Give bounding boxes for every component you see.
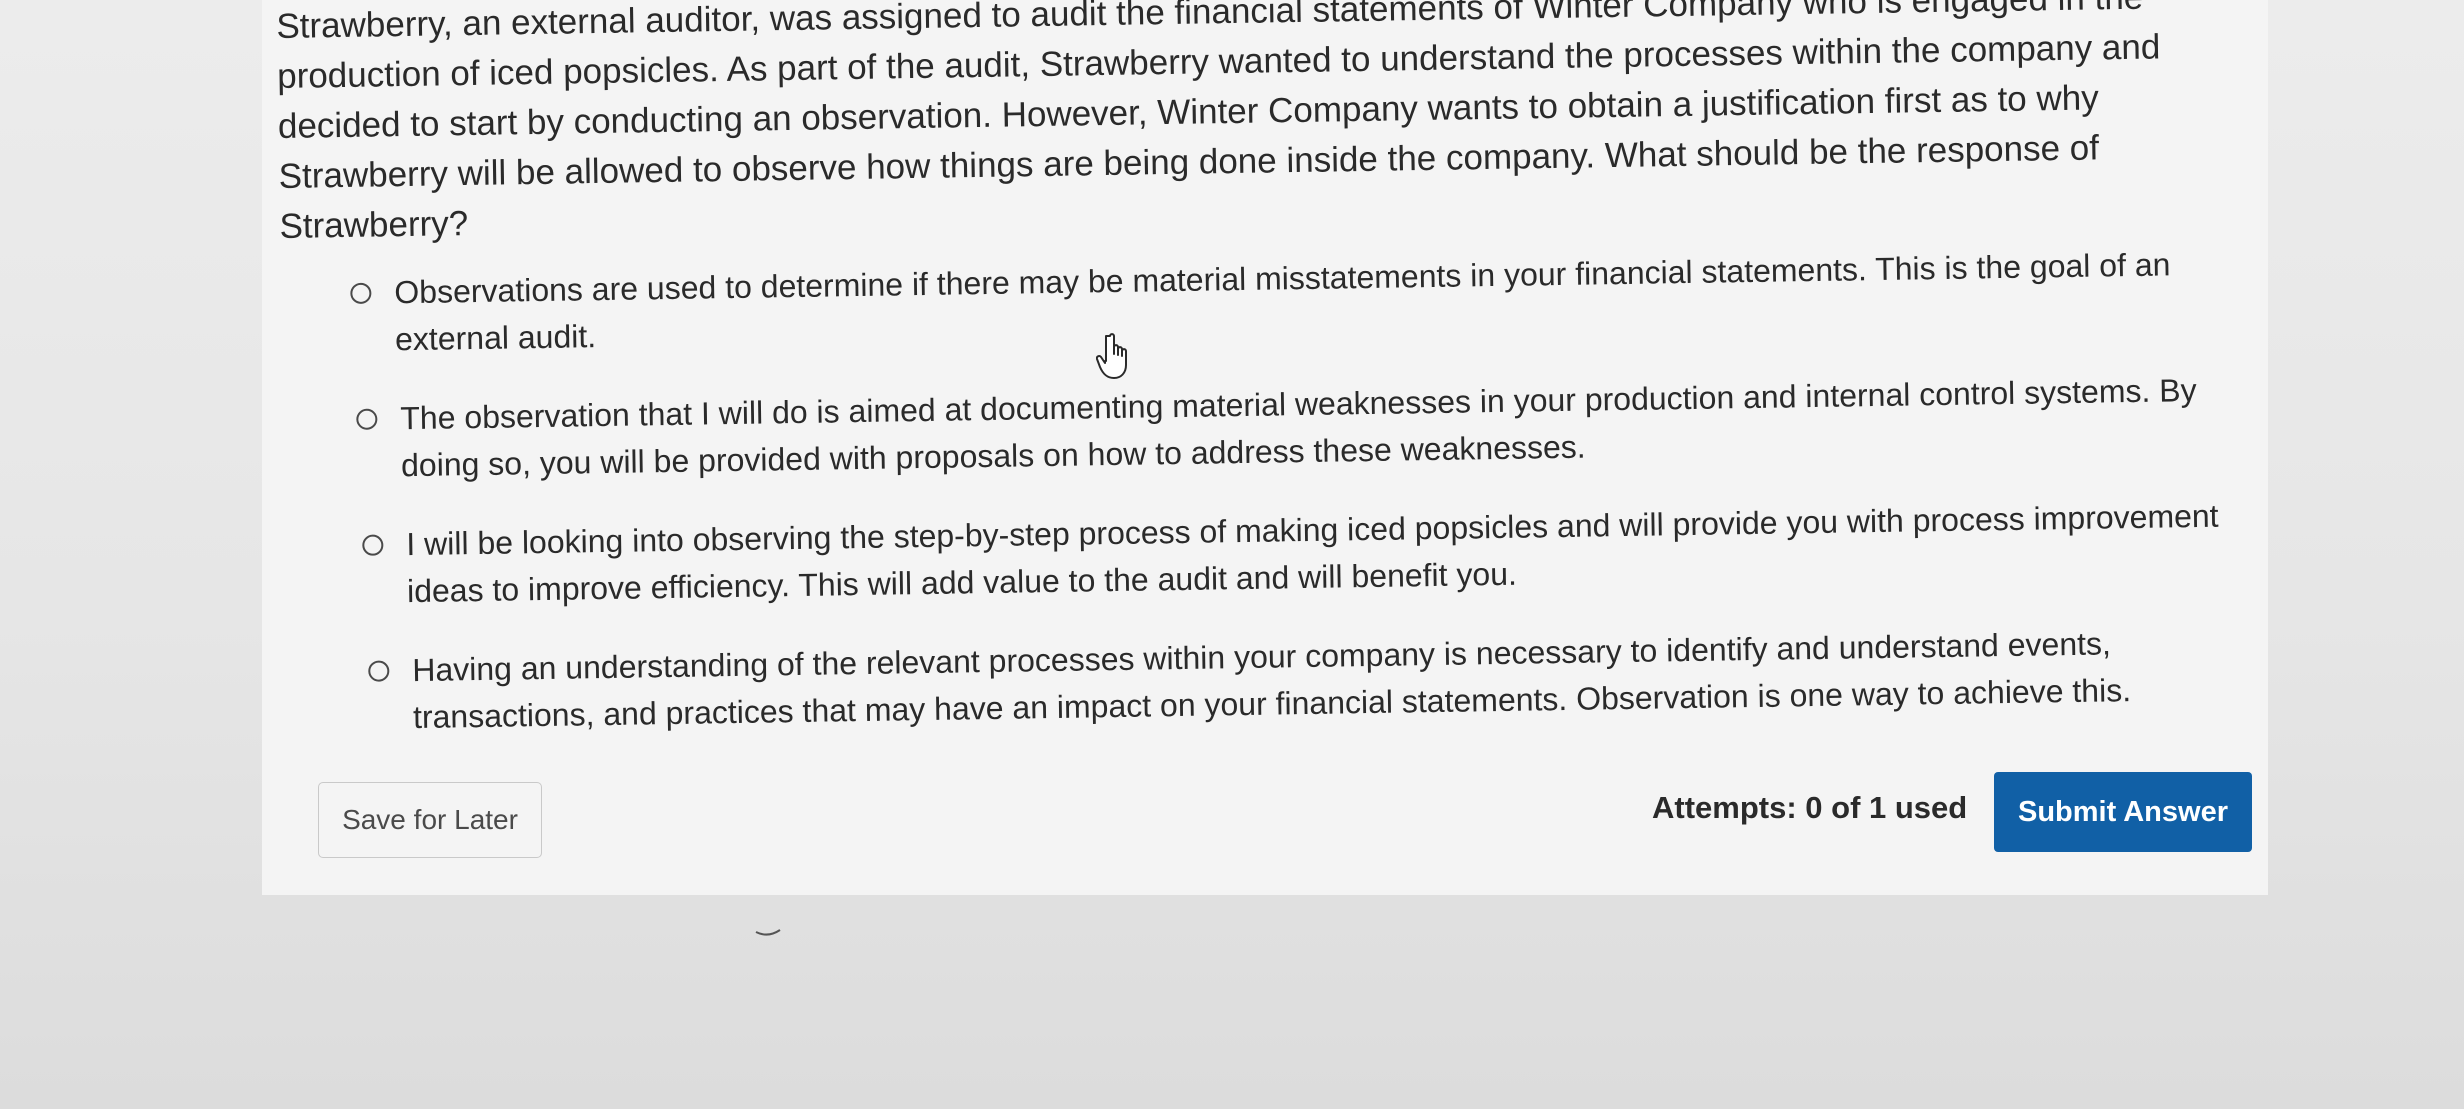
- attempts-counter: Attempts: 0 of 1 used: [1652, 790, 1968, 825]
- option-4[interactable]: Having an understanding of the relevant …: [368, 618, 2277, 742]
- answer-options: Observations are used to determine if th…: [350, 240, 2278, 774]
- radio-circle-icon[interactable]: [356, 408, 378, 430]
- screen-smudge: [755, 929, 781, 936]
- hand-pointer-icon: [1096, 333, 1127, 379]
- radio-circle-icon[interactable]: [350, 282, 372, 304]
- save-for-later-button[interactable]: Save for Later: [318, 782, 542, 858]
- option-3[interactable]: I will be looking into observing the ste…: [362, 492, 2275, 616]
- radio-circle-icon[interactable]: [362, 534, 384, 556]
- option-3-label[interactable]: I will be looking into observing the ste…: [396, 492, 2275, 615]
- option-2-label[interactable]: The observation that I will do is aimed …: [390, 366, 2273, 490]
- page: Strawberry, an external auditor, was ass…: [0, 0, 2464, 1109]
- option-4-label[interactable]: Having an understanding of the relevant …: [402, 618, 2277, 741]
- submit-answer-button[interactable]: Submit Answer: [1994, 772, 2252, 852]
- radio-circle-icon[interactable]: [368, 660, 390, 682]
- option-2[interactable]: The observation that I will do is aimed …: [356, 366, 2273, 490]
- question-text: Strawberry, an external auditor, was ass…: [276, 0, 2161, 246]
